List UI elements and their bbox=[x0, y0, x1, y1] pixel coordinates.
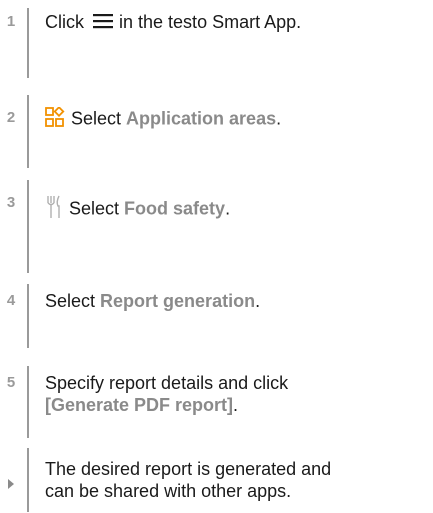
step-1-before: Click bbox=[45, 12, 84, 32]
step-2: 2 Select Application areas. bbox=[0, 95, 433, 175]
step-4-before: Select bbox=[45, 291, 96, 311]
step-divider bbox=[27, 366, 29, 438]
result-arrow-icon bbox=[8, 479, 14, 489]
step-4: 4 Select Report generation. bbox=[0, 278, 433, 348]
step-5-bold: [Generate PDF report] bbox=[45, 395, 234, 415]
step-text: Specify report details and click [Genera… bbox=[45, 372, 423, 416]
step-2-before: Select bbox=[71, 108, 122, 129]
result-line1: The desired report is generated and bbox=[45, 459, 332, 479]
result: The desired report is generated and can … bbox=[0, 446, 433, 513]
step-3-after: . bbox=[225, 198, 231, 219]
result-text: The desired report is generated and can … bbox=[45, 458, 423, 502]
step-text: Select Application areas. bbox=[45, 105, 423, 132]
application-areas-icon bbox=[45, 105, 65, 132]
step-text: Select Food safety. bbox=[45, 194, 423, 225]
food-safety-icon bbox=[45, 194, 63, 225]
step-4-after: . bbox=[255, 291, 261, 311]
step-number: 4 bbox=[6, 292, 16, 309]
step-number: 3 bbox=[6, 194, 16, 211]
step-1-after: in the testo Smart App. bbox=[119, 12, 302, 32]
step-text: Select Report generation. bbox=[45, 290, 423, 312]
step-5-line1: Specify report details and click bbox=[45, 373, 289, 393]
step-2-bold: Application areas bbox=[126, 108, 277, 129]
menu-icon bbox=[93, 12, 114, 34]
result-divider bbox=[27, 448, 29, 512]
step-3: 3 Select Food safety. bbox=[0, 180, 433, 273]
step-4-bold: Report generation bbox=[100, 291, 256, 311]
step-1: 1 Click in the testo Smart App. bbox=[0, 0, 433, 90]
step-3-before: Select bbox=[69, 198, 120, 219]
step-divider bbox=[27, 180, 29, 273]
step-text: Click in the testo Smart App. bbox=[45, 11, 423, 34]
result-line2: can be shared with other apps. bbox=[45, 481, 292, 501]
step-number: 1 bbox=[6, 13, 16, 30]
step-5: 5 Specify report details and click [Gene… bbox=[0, 360, 433, 440]
step-5-after: . bbox=[233, 395, 239, 415]
step-3-bold: Food safety bbox=[124, 198, 226, 219]
step-number: 2 bbox=[6, 109, 16, 126]
step-number: 5 bbox=[6, 374, 16, 391]
step-divider bbox=[27, 284, 29, 348]
step-divider bbox=[27, 95, 29, 168]
step-divider bbox=[27, 8, 29, 78]
step-2-after: . bbox=[276, 108, 282, 129]
